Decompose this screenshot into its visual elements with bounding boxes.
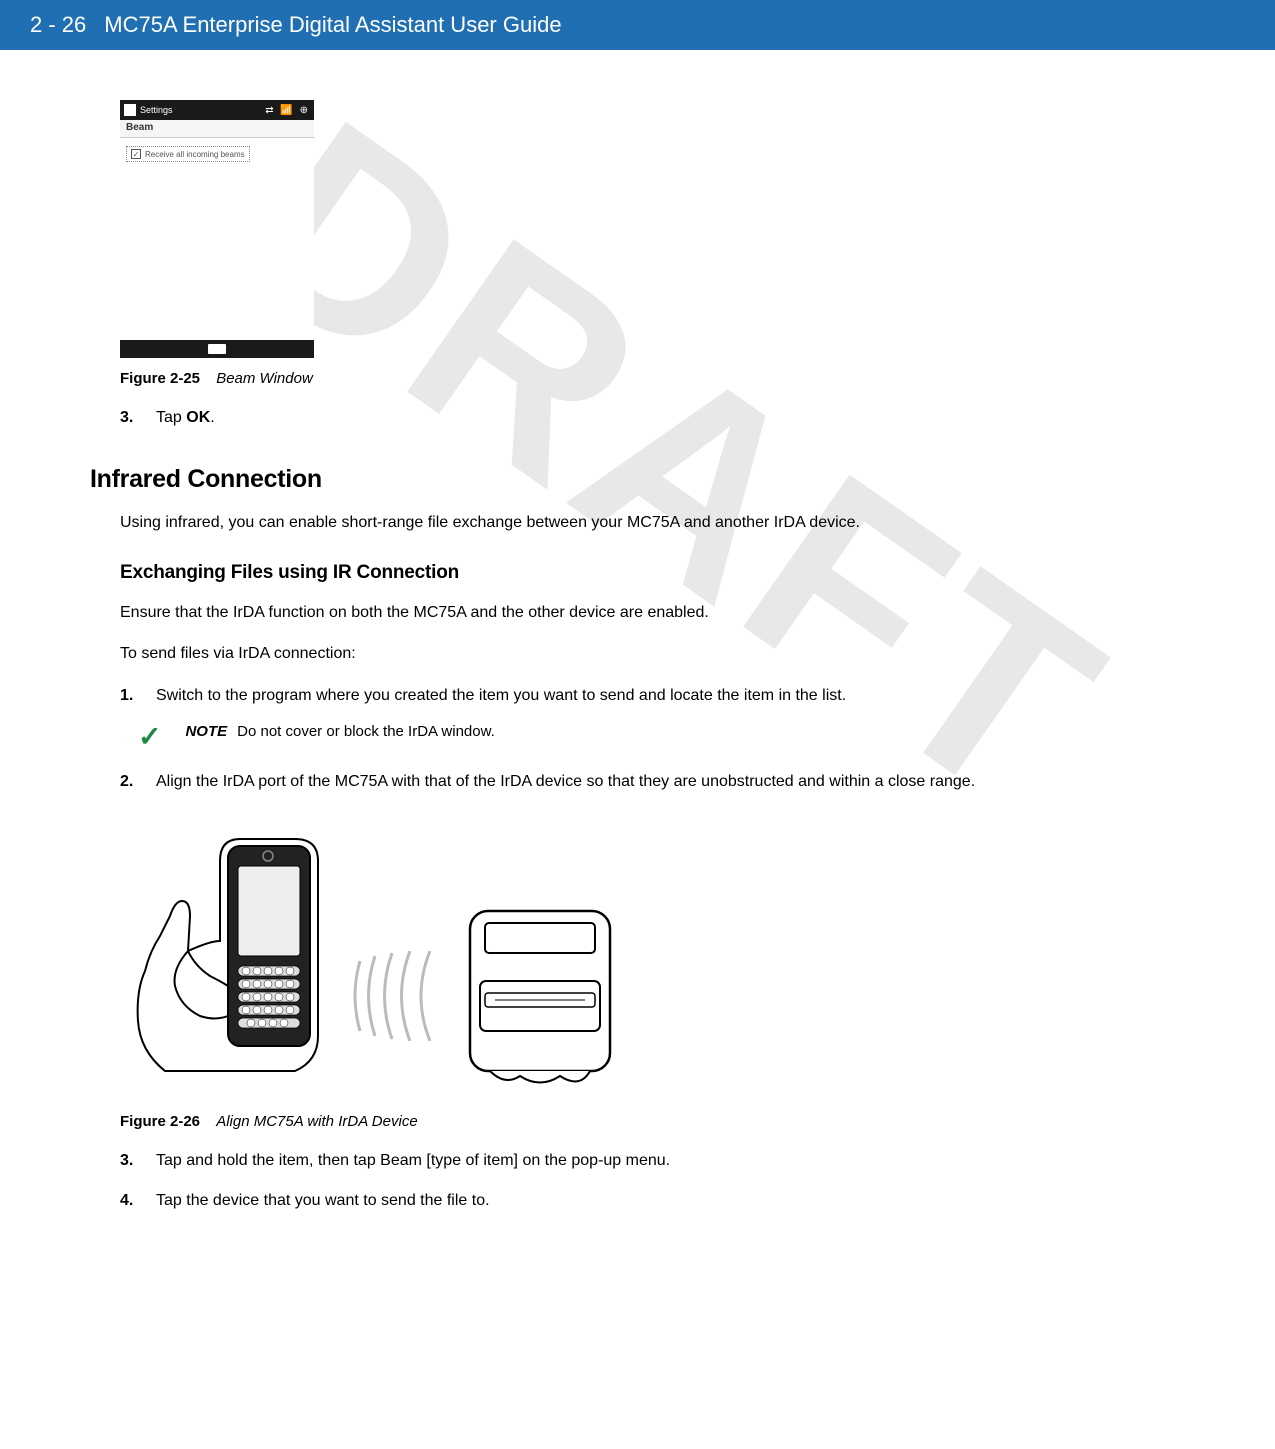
step-3-tap-ok: 3. Tap OK. — [120, 409, 1185, 427]
screenshot-title: Beam — [120, 120, 314, 138]
doc-title: MC75A Enterprise Digital Assistant User … — [104, 12, 561, 38]
checkbox-label: Receive all incoming beams — [145, 150, 245, 159]
section-infrared-connection: Infrared Connection — [90, 465, 1185, 494]
ir-alignment-illustration — [120, 821, 640, 1101]
figure-2-26-caption: Figure 2-26 Align MC75A with IrDA Device — [120, 1113, 1185, 1130]
figure-title: Beam Window — [216, 370, 313, 387]
screenshot-body: ✓ Receive all incoming beams — [120, 138, 314, 340]
note-block: ✓ NOTEDo not cover or block the IrDA win… — [138, 723, 1185, 751]
step-1: 1. Switch to the program where you creat… — [120, 687, 1185, 705]
step-number: 3. — [120, 1152, 138, 1170]
note-text: NOTEDo not cover or block the IrDA windo… — [185, 723, 494, 740]
step-number: 4. — [120, 1192, 138, 1210]
exchange-paragraph-2: To send files via IrDA connection: — [120, 643, 1185, 665]
keyboard-icon — [208, 344, 226, 354]
subsection-exchanging-files: Exchanging Files using IR Connection — [120, 562, 1185, 584]
note-label: NOTE — [185, 723, 227, 740]
exchange-paragraph-1: Ensure that the IrDA function on both th… — [120, 602, 1185, 624]
figure-2-25-caption: Figure 2-25 Beam Window — [120, 370, 1185, 387]
ir-signal-icon — [350, 951, 450, 1041]
step-text: Switch to the program where you created … — [156, 687, 1185, 705]
step-number: 1. — [120, 687, 138, 705]
step-text: Tap and hold the item, then tap Beam [ty… — [156, 1152, 1185, 1170]
step-number: 3. — [120, 409, 138, 427]
figure-title: Align MC75A with IrDA Device — [216, 1113, 417, 1130]
figure-label: Figure 2-25 — [120, 370, 200, 387]
step-text: Tap the device that you want to send the… — [156, 1192, 1185, 1210]
page-number: 2 - 26 — [30, 12, 86, 38]
step-3: 3. Tap and hold the item, then tap Beam … — [120, 1152, 1185, 1170]
step-4: 4. Tap the device that you want to send … — [120, 1192, 1185, 1210]
screenshot-bottombar — [120, 340, 314, 358]
status-icons: ⇄ 📶 ⊕ — [265, 105, 310, 116]
step-2: 2. Align the IrDA port of the MC75A with… — [120, 773, 1185, 791]
receive-beams-checkbox-row: ✓ Receive all incoming beams — [126, 146, 250, 162]
windows-icon — [124, 104, 136, 116]
step-text: Align the IrDA port of the MC75A with th… — [156, 773, 1185, 791]
checkbox-icon: ✓ — [131, 149, 141, 159]
step-number: 2. — [120, 773, 138, 791]
figure-label: Figure 2-26 — [120, 1113, 200, 1130]
beam-window-screenshot: Settings ⇄ 📶 ⊕ Beam ✓ Receive all incomi… — [120, 100, 314, 358]
screenshot-topbar-label: Settings — [140, 105, 173, 115]
step-text: Tap OK. — [156, 409, 1185, 427]
checkmark-icon: ✓ — [138, 723, 161, 751]
infrared-paragraph: Using infrared, you can enable short-ran… — [120, 512, 1185, 534]
irda-printer-icon — [460, 901, 620, 1091]
hand-holding-device-icon — [120, 821, 350, 1081]
screenshot-topbar: Settings ⇄ 📶 ⊕ — [120, 100, 314, 120]
page-header: 2 - 26 MC75A Enterprise Digital Assistan… — [0, 0, 1275, 50]
